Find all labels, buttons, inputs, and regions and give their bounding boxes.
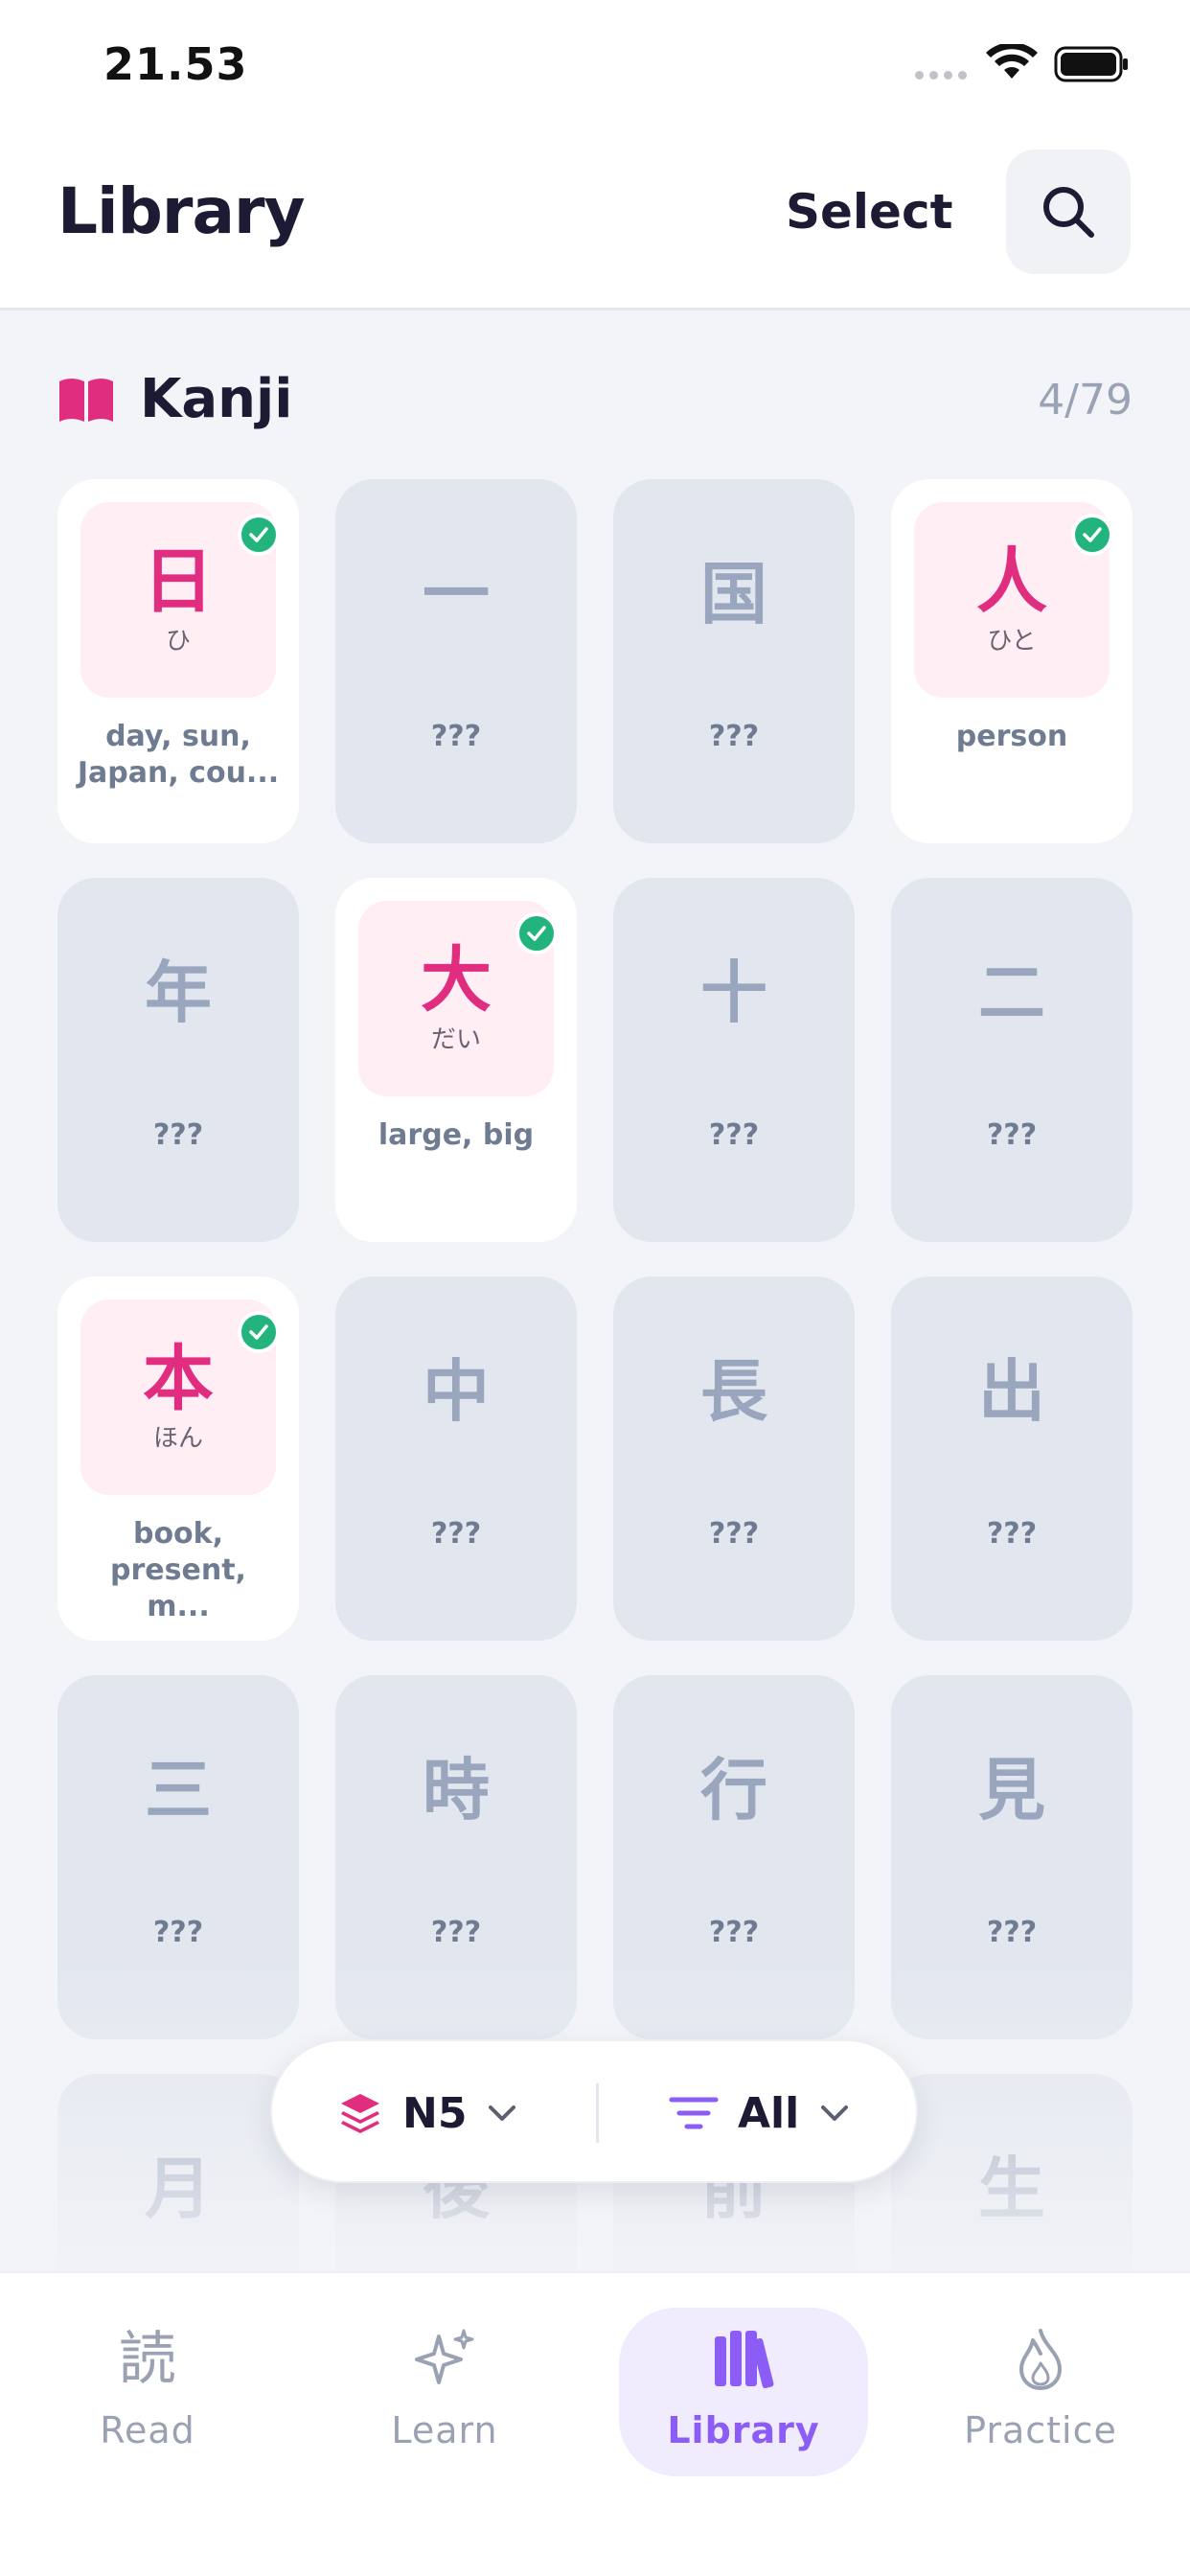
cellular-signal-icon: [915, 71, 967, 80]
kanji-card[interactable]: 時???: [335, 1675, 577, 2039]
book-icon: [59, 379, 113, 422]
search-button[interactable]: [1006, 150, 1131, 274]
screen: 21.53 Library Select Kanji 4/79 日 ひ day,…: [0, 0, 1190, 2576]
kanji-character: 三: [145, 1751, 212, 1829]
kanji-character: 出: [978, 1352, 1045, 1431]
kanji-character: 見: [978, 1751, 1045, 1829]
kanji-meaning: person: [955, 720, 1068, 753]
kanji-card[interactable]: 人ひと person: [891, 479, 1133, 843]
filter-divider: [596, 2083, 599, 2143]
kanji-meaning: ???: [152, 1118, 204, 1152]
kanji-card[interactable]: 年???: [57, 878, 299, 1242]
kanji-meaning: book, present, m...: [110, 1517, 246, 1623]
section-count: 4/79: [1038, 376, 1133, 425]
kanji-character: 本: [143, 1338, 214, 1420]
nav-learn[interactable]: Learn: [320, 2308, 569, 2476]
kanji-character: 十: [700, 954, 767, 1032]
nav-practice[interactable]: Practice: [916, 2308, 1165, 2476]
nav-read[interactable]: 読 Read: [23, 2308, 272, 2476]
learned-check-icon: [238, 1311, 280, 1353]
status-time: 21.53: [103, 38, 248, 90]
kanji-character: 日: [143, 540, 214, 623]
kanji-card[interactable]: 本ほん book, present, m...: [57, 1276, 299, 1641]
kanji-meaning: ???: [152, 1916, 204, 1949]
nav-practice-label: Practice: [964, 2409, 1117, 2451]
kanji-card[interactable]: 行???: [613, 1675, 855, 2039]
kanji-character: 人: [976, 540, 1047, 623]
nav-library[interactable]: Library: [619, 2308, 868, 2476]
kanji-reading: だい: [430, 1025, 481, 1054]
kanji-card[interactable]: 出???: [891, 1276, 1133, 1641]
kanji-character: 時: [423, 1751, 490, 1829]
kanji-card[interactable]: 三???: [57, 1675, 299, 2039]
level-selector[interactable]: N5: [337, 2041, 518, 2185]
nav-read-label: Read: [100, 2409, 195, 2451]
kanji-character: 二: [978, 954, 1045, 1032]
chevron-down-icon: [489, 2105, 516, 2121]
kanji-character: 長: [700, 1352, 767, 1431]
kanji-meaning: ???: [986, 1118, 1038, 1152]
kanji-character: 年: [145, 954, 212, 1032]
bottom-nav: 読 Read Learn Library Practice: [0, 2271, 1190, 2576]
kanji-meaning: ???: [430, 1517, 482, 1551]
kanji-meaning: ???: [986, 1517, 1038, 1551]
kanji-character: 月: [145, 2150, 212, 2228]
kanji-meaning: ???: [708, 1118, 760, 1152]
kanji-reading: ほん: [152, 1424, 203, 1453]
filter-icon: [669, 2097, 719, 2129]
kanji-meaning: ???: [708, 720, 760, 753]
kanji-meaning: ???: [430, 1916, 482, 1949]
status-bar: 21.53: [0, 0, 1190, 134]
kanji-character: 中: [423, 1352, 490, 1431]
kanji-reading: ひ: [165, 627, 191, 656]
sparkles-icon: [415, 2329, 474, 2384]
header: Library Select: [0, 134, 1190, 310]
kanji-meaning: ???: [708, 1916, 760, 1949]
kanji-card[interactable]: 見???: [891, 1675, 1133, 2039]
battery-icon: [1054, 46, 1128, 82]
learned-check-icon: [515, 912, 558, 954]
kanji-card[interactable]: 大だい large, big: [335, 878, 577, 1242]
filter-bar: N5 All: [270, 2039, 918, 2183]
filter-label: All: [738, 2088, 800, 2138]
page-title: Library: [57, 174, 306, 248]
learned-check-icon: [238, 514, 280, 556]
nav-learn-label: Learn: [391, 2409, 498, 2451]
status-filter-selector[interactable]: All: [669, 2041, 851, 2185]
kanji-card[interactable]: 長???: [613, 1276, 855, 1641]
section-header: Kanji 4/79: [57, 368, 1133, 435]
kanji-card[interactable]: 一???: [335, 479, 577, 843]
kanji-meaning: ???: [708, 1517, 760, 1551]
kanji-meaning: ???: [986, 1916, 1038, 1949]
flame-icon: [1019, 2329, 1062, 2390]
wifi-icon: [986, 44, 1038, 79]
search-icon: [1043, 187, 1094, 238]
library-books-icon: [715, 2331, 774, 2389]
read-icon: 読: [119, 2326, 176, 2393]
kanji-character: 行: [700, 1751, 767, 1829]
learned-check-icon: [1071, 514, 1113, 556]
kanji-meaning: large, big: [378, 1118, 535, 1152]
kanji-card[interactable]: 中???: [335, 1276, 577, 1641]
kanji-character: 生: [978, 2150, 1045, 2228]
kanji-card[interactable]: 国???: [613, 479, 855, 843]
kanji-card[interactable]: 日ひ day, sun, Japan, cou...: [57, 479, 299, 843]
layers-icon: [341, 2094, 379, 2133]
section-title: Kanji: [140, 368, 293, 430]
kanji-card[interactable]: 生: [891, 2074, 1133, 2271]
select-button[interactable]: Select: [786, 184, 953, 240]
kanji-card[interactable]: 十???: [613, 878, 855, 1242]
kanji-character: 一: [423, 555, 490, 633]
kanji-card[interactable]: 月: [57, 2074, 299, 2271]
kanji-reading: ひと: [987, 627, 1037, 656]
kanji-meaning: ???: [430, 720, 482, 753]
chevron-down-icon: [821, 2105, 849, 2121]
kanji-character: 国: [700, 555, 767, 633]
level-label: N5: [402, 2088, 468, 2138]
kanji-grid: 日ひ day, sun, Japan, cou... 一??? 国??? 人ひと pers…: [57, 479, 1133, 2271]
kanji-card[interactable]: 二???: [891, 878, 1133, 1242]
kanji-meaning: day, sun, Japan, cou...: [77, 720, 280, 790]
nav-library-label: Library: [667, 2409, 820, 2451]
kanji-character: 大: [421, 939, 492, 1022]
